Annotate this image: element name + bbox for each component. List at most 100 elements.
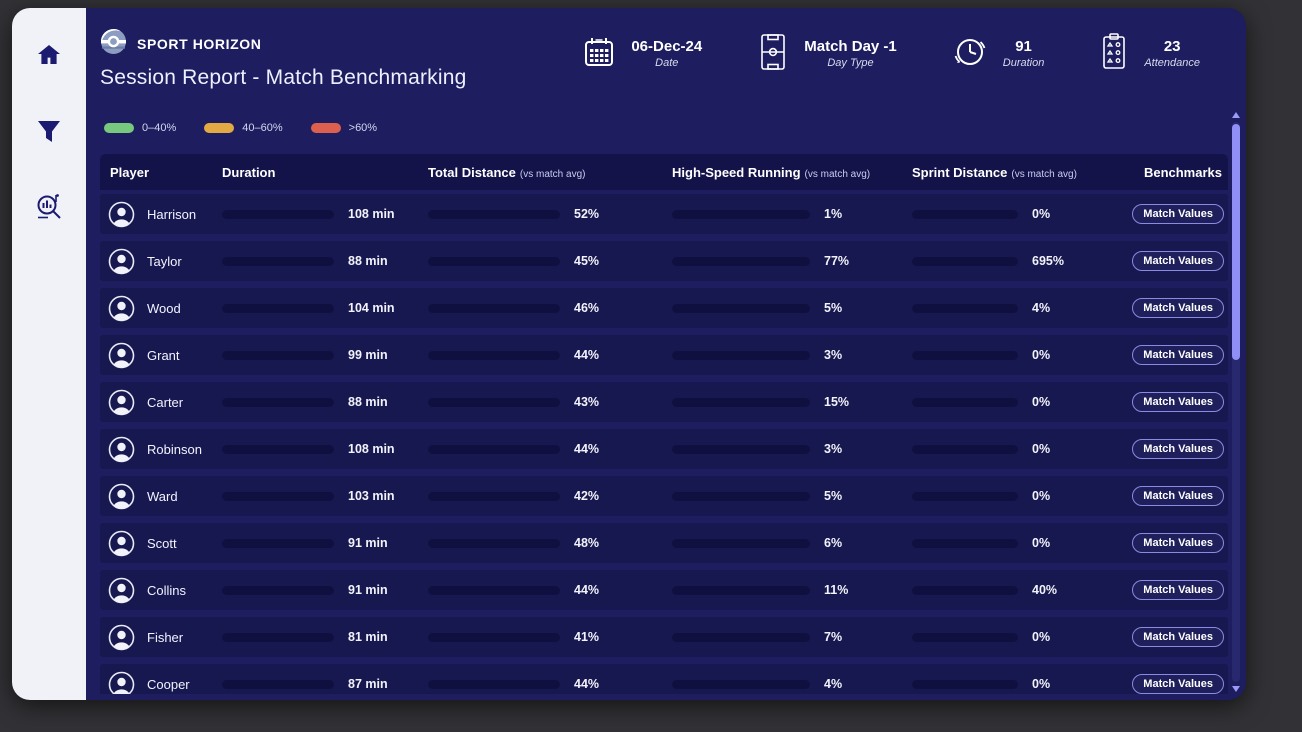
player-avatar-icon xyxy=(108,201,135,228)
hsr-cell: 11% xyxy=(672,583,912,597)
sidebar xyxy=(12,8,86,700)
match-values-button[interactable]: Match Values xyxy=(1132,251,1224,271)
sidebar-item-home[interactable] xyxy=(32,38,66,72)
hsr-bar xyxy=(672,444,810,454)
table-row: Carter 88 min 43% 15% 0% Match Values xyxy=(100,382,1228,422)
player-name: Cooper xyxy=(147,676,190,692)
table-row: Wood 104 min 46% 5% 4% Match Values xyxy=(100,288,1228,328)
sprint-distance-bar xyxy=(912,538,1018,548)
player-cell: Scott xyxy=(100,530,222,557)
hsr-bar xyxy=(672,632,810,642)
total-distance-value: 44% xyxy=(574,348,600,362)
brand: SPORT HORIZON xyxy=(100,28,261,60)
stat-day-type: Match Day -1 Day Type xyxy=(756,32,897,77)
total-distance-bar xyxy=(428,350,560,360)
match-values-button[interactable]: Match Values xyxy=(1132,580,1224,600)
stat-date-value: 06-Dec-24 xyxy=(631,38,703,56)
total-distance-bar xyxy=(428,397,560,407)
vertical-scrollbar xyxy=(1231,112,1241,692)
sprint-distance-value: 695% xyxy=(1032,254,1064,268)
total-distance-cell: 46% xyxy=(428,301,672,315)
pitch-icon xyxy=(756,32,790,77)
match-values-button[interactable]: Match Values xyxy=(1132,298,1224,318)
sprint-distance-bar xyxy=(912,256,1018,266)
legend-color-pill xyxy=(104,123,134,133)
scrollbar-thumb[interactable] xyxy=(1232,124,1240,360)
hsr-cell: 7% xyxy=(672,630,912,644)
total-distance-bar xyxy=(428,491,560,501)
duration-bar xyxy=(222,632,334,642)
table-header: Player Duration Total Distance (vs match … xyxy=(100,154,1228,190)
player-cell: Taylor xyxy=(100,248,222,275)
total-distance-bar xyxy=(428,303,560,313)
duration-value: 88 min xyxy=(348,254,388,268)
sprint-distance-bar xyxy=(912,444,1018,454)
sprint-distance-cell: 4% xyxy=(912,301,1134,315)
total-distance-cell: 52% xyxy=(428,207,672,221)
app-window: SPORT HORIZON Session Report - Match Ben… xyxy=(12,8,1246,700)
match-values-button[interactable]: Match Values xyxy=(1132,533,1224,553)
hsr-bar xyxy=(672,303,810,313)
stat-day-type-label: Day Type xyxy=(827,57,874,69)
player-avatar-icon xyxy=(108,436,135,463)
hsr-bar xyxy=(672,538,810,548)
player-name: Robinson xyxy=(147,441,202,457)
duration-value: 91 min xyxy=(348,583,388,597)
calendar-icon xyxy=(581,34,617,75)
sprint-distance-value: 0% xyxy=(1032,630,1051,644)
duration-value: 108 min xyxy=(348,442,395,456)
player-cell: Cooper xyxy=(100,671,222,694)
total-distance-cell: 45% xyxy=(428,254,672,268)
sprint-distance-cell: 0% xyxy=(912,442,1134,456)
benchmarks-cell: Match Values xyxy=(1132,439,1228,459)
total-distance-bar xyxy=(428,444,560,454)
hsr-value: 3% xyxy=(824,442,843,456)
total-distance-value: 52% xyxy=(574,207,600,221)
legend-color-pill xyxy=(204,123,235,133)
player-avatar-icon xyxy=(108,483,135,510)
total-distance-cell: 43% xyxy=(428,395,672,409)
legend-color-pill xyxy=(310,123,341,133)
scroll-down-arrow-icon[interactable] xyxy=(1232,686,1240,692)
sidebar-item-filter[interactable] xyxy=(32,114,66,148)
total-distance-cell: 41% xyxy=(428,630,672,644)
total-distance-cell: 44% xyxy=(428,442,672,456)
stat-attendance-value: 23 xyxy=(1163,38,1181,56)
match-values-button[interactable]: Match Values xyxy=(1132,439,1224,459)
match-values-button[interactable]: Match Values xyxy=(1132,674,1224,694)
total-distance-value: 43% xyxy=(574,395,600,409)
sprint-distance-cell: 40% xyxy=(912,583,1134,597)
duration-value: 91 min xyxy=(348,536,388,550)
player-cell: Wood xyxy=(100,295,222,322)
hsr-cell: 5% xyxy=(672,489,912,503)
sprint-distance-value: 0% xyxy=(1032,489,1051,503)
sprint-distance-bar xyxy=(912,679,1018,689)
total-distance-cell: 42% xyxy=(428,489,672,503)
match-values-button[interactable]: Match Values xyxy=(1132,345,1224,365)
sprint-distance-bar xyxy=(912,209,1018,219)
total-distance-value: 48% xyxy=(574,536,600,550)
player-name: Collins xyxy=(147,582,187,598)
sprint-distance-cell: 695% xyxy=(912,254,1134,268)
player-cell: Grant xyxy=(100,342,222,369)
player-cell: Robinson xyxy=(100,436,222,463)
hsr-value: 6% xyxy=(824,536,843,550)
sidebar-item-search-analytics[interactable] xyxy=(32,190,66,224)
brand-name: SPORT HORIZON xyxy=(137,36,262,52)
table-row: Taylor 88 min 45% 77% 695% Match Values xyxy=(100,241,1228,281)
match-values-button[interactable]: Match Values xyxy=(1132,392,1224,412)
stat-day-type-value: Match Day -1 xyxy=(804,38,897,56)
match-values-button[interactable]: Match Values xyxy=(1132,627,1224,647)
match-values-button[interactable]: Match Values xyxy=(1132,486,1224,506)
hsr-cell: 15% xyxy=(672,395,912,409)
duration-bar xyxy=(222,303,334,313)
scroll-up-arrow-icon[interactable] xyxy=(1232,112,1240,118)
benchmarks-cell: Match Values xyxy=(1132,627,1228,647)
hsr-cell: 4% xyxy=(672,677,912,691)
col-header-total-distance: Total Distance (vs match avg) xyxy=(428,164,586,180)
sprint-distance-value: 0% xyxy=(1032,395,1051,409)
total-distance-bar xyxy=(428,256,560,266)
page-title: Session Report - Match Benchmarking xyxy=(100,66,467,89)
match-values-button[interactable]: Match Values xyxy=(1132,204,1224,224)
hsr-bar xyxy=(672,397,810,407)
